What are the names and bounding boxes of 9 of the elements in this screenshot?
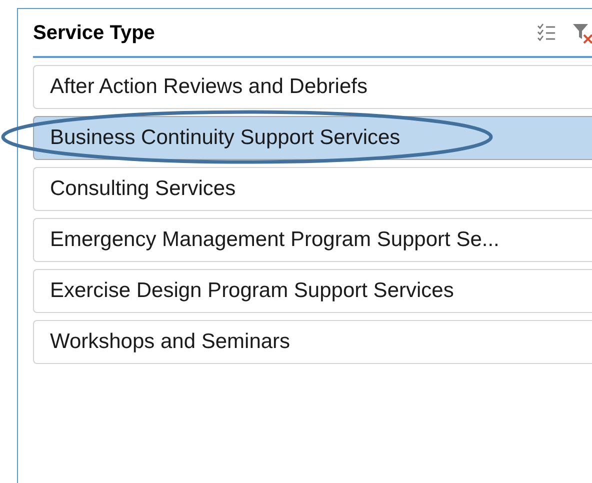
slicer-item[interactable]: Emergency Management Program Support Se... <box>33 218 592 262</box>
slicer-title: Service Type <box>33 21 156 45</box>
slicer-item[interactable]: Workshops and Seminars <box>33 320 592 364</box>
clear-filter-icon <box>572 22 592 44</box>
slicer-item[interactable]: After Action Reviews and Debriefs <box>33 65 592 109</box>
slicer-item[interactable]: Exercise Design Program Support Services <box>33 269 592 313</box>
checklist-icon <box>536 22 556 42</box>
slicer-item[interactable]: Consulting Services <box>33 167 592 211</box>
slicer-item[interactable]: Business Continuity Support Services <box>33 116 592 160</box>
